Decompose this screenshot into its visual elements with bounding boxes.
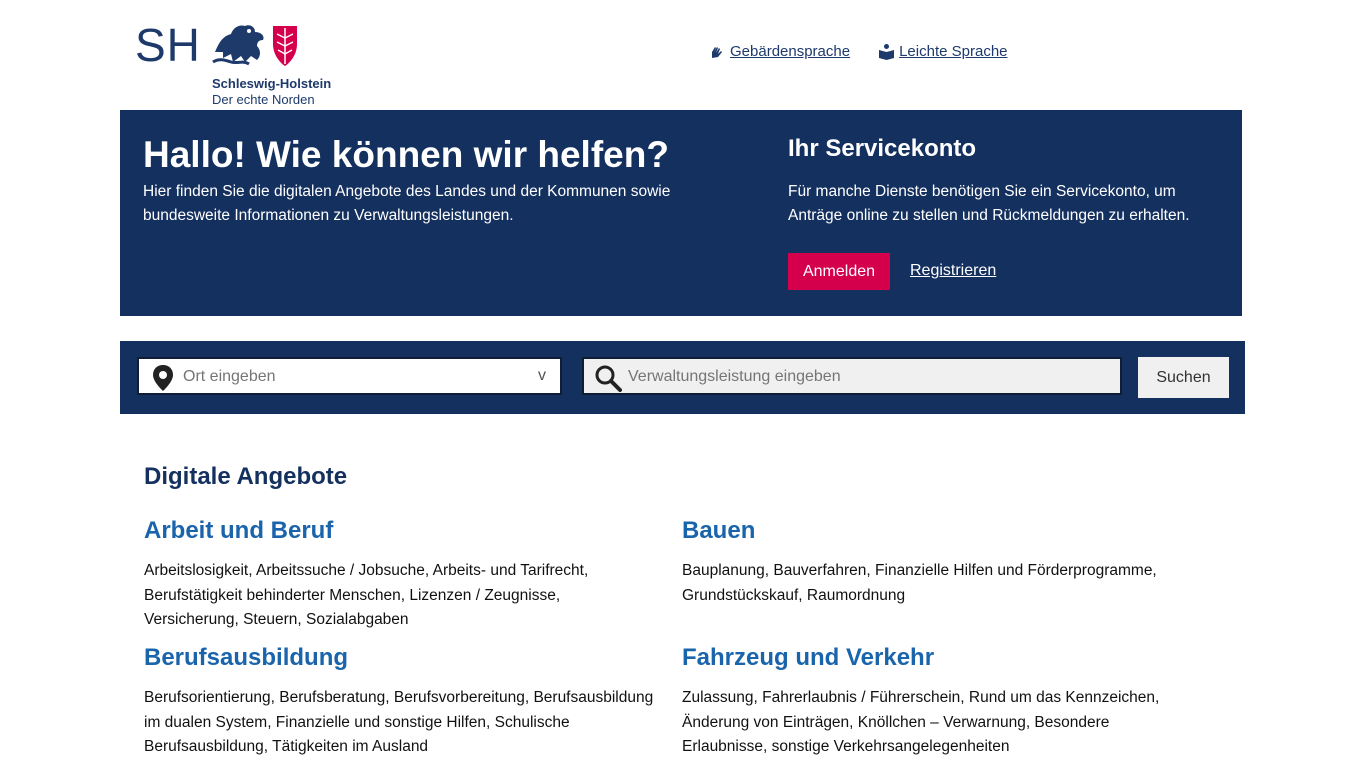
servicekonto-title: Ihr Servicekonto — [788, 135, 977, 162]
location-select[interactable]: v — [137, 357, 562, 395]
search-icon — [595, 365, 622, 392]
nettle-leaf-icon — [273, 26, 297, 66]
category-item: Bauen Bauplanung, Bauverfahren, Finanzie… — [682, 517, 1192, 608]
category-item: Arbeit und Beruf Arbeitslosigkeit, Arbei… — [144, 517, 654, 633]
hero-title: Hallo! Wie können wir helfen? — [143, 134, 669, 175]
easy-language-link[interactable]: Leichte Sprache — [878, 43, 1008, 60]
logo-tagline: Der echte Norden — [212, 92, 315, 107]
easy-language-label: Leichte Sprache — [899, 43, 1008, 60]
category-description: Bauplanung, Bauverfahren, Finanzielle Hi… — [682, 562, 1157, 604]
sign-language-link[interactable]: Gebärdensprache — [709, 43, 850, 60]
site-logo[interactable]: SH Schleswig-Holstein Der echte Norden — [135, 20, 345, 110]
category-title-link[interactable]: Bauen — [682, 517, 1192, 545]
category-description: Zulassung, Fahrerlaubnis / Führerschein,… — [682, 689, 1160, 755]
category-description: Arbeitslosigkeit, Arbeitssuche / Jobsuch… — [144, 562, 589, 628]
sign-language-icon — [712, 47, 722, 58]
category-title-link[interactable]: Arbeit und Beruf — [144, 517, 654, 545]
category-title-link[interactable]: Fahrzeug und Verkehr — [682, 644, 1192, 672]
easy-language-icon — [879, 44, 895, 60]
site-header: SH Schleswig-Holstein Der echte Norden G… — [0, 0, 1353, 110]
hero-text: Hier finden Sie die digitalen Angebote d… — [143, 183, 671, 224]
logo-letters: SH — [135, 19, 201, 71]
section-title: Digitale Angebote — [144, 463, 348, 490]
category-title-link[interactable]: Berufsausbildung — [144, 644, 654, 672]
servicekonto-text: Für manche Dienste benötigen Sie ein Ser… — [788, 183, 1190, 224]
category-item: Fahrzeug und Verkehr Zulassung, Fahrerla… — [682, 644, 1192, 760]
search-button[interactable]: Suchen — [1138, 357, 1229, 398]
register-link[interactable]: Registrieren — [910, 262, 996, 280]
chevron-down-icon[interactable]: v — [538, 367, 546, 385]
sign-language-label: Gebärdensprache — [730, 43, 851, 60]
service-search-field[interactable] — [582, 357, 1122, 395]
login-button[interactable]: Anmelden — [788, 253, 890, 290]
category-item: Berufsausbildung Berufsorientierung, Ber… — [144, 644, 654, 760]
logo-name: Schleswig-Holstein — [212, 76, 332, 91]
service-search-input[interactable] — [626, 359, 1110, 395]
search-bar: v Suchen — [120, 341, 1245, 414]
accessibility-links: Gebärdensprache Leichte Sprache — [709, 43, 1008, 60]
lion-emblem-icon — [212, 25, 264, 66]
category-description: Berufsorientierung, Berufsberatung, Beru… — [144, 689, 654, 755]
location-pin-icon — [153, 365, 173, 391]
location-input[interactable] — [181, 359, 525, 395]
hero-banner: Hallo! Wie können wir helfen? Hier finde… — [120, 110, 1242, 316]
